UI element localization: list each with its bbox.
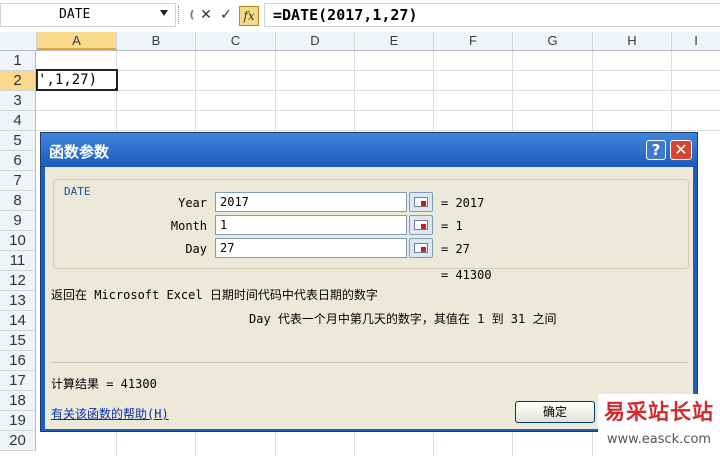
formula-input[interactable]: =DATE(2017,1,27) bbox=[264, 3, 720, 27]
range-select-button[interactable] bbox=[409, 215, 433, 235]
gridline bbox=[36, 110, 720, 111]
day-label: Day bbox=[185, 242, 207, 256]
help-button[interactable]: ? bbox=[646, 140, 666, 160]
row-header[interactable]: 11 bbox=[0, 251, 36, 271]
column-header-f[interactable]: F bbox=[434, 32, 513, 50]
row-header[interactable]: 3 bbox=[0, 91, 36, 111]
range-select-button[interactable] bbox=[409, 192, 433, 212]
enter-icon[interactable]: ✓ bbox=[217, 6, 235, 24]
chevron-down-icon[interactable] bbox=[160, 10, 168, 16]
function-arguments-dialog: 函数参数 ? ✕ DATE Year 2017 = 2017 Month 1 =… bbox=[40, 132, 698, 432]
row-header[interactable]: 14 bbox=[0, 311, 36, 331]
column-header-d[interactable]: D bbox=[276, 32, 355, 50]
range-arrow-icon bbox=[421, 247, 426, 252]
year-label: Year bbox=[178, 196, 207, 210]
range-select-button[interactable] bbox=[409, 238, 433, 258]
range-arrow-icon bbox=[421, 201, 426, 206]
column-header-c[interactable]: C bbox=[196, 32, 276, 50]
dialog-title-bar[interactable]: 函数参数 ? ✕ bbox=[41, 133, 697, 169]
formula-bar: DATE ( ✕ ✓ fx =DATE(2017,1,27) bbox=[0, 0, 720, 33]
watermark-url: www.easck.com bbox=[606, 432, 712, 447]
function-help-link[interactable]: 有关该函数的帮助(H) bbox=[51, 405, 169, 422]
month-label: Month bbox=[170, 219, 207, 233]
month-input[interactable]: 1 bbox=[215, 215, 407, 235]
gridline bbox=[36, 70, 720, 71]
column-header-e[interactable]: E bbox=[355, 32, 434, 50]
divider bbox=[51, 362, 687, 363]
column-header-b[interactable]: B bbox=[117, 32, 196, 50]
row-header[interactable]: 15 bbox=[0, 331, 36, 351]
watermark: 易采站长站 www.easck.com bbox=[598, 394, 720, 456]
range-arrow-icon bbox=[421, 224, 426, 229]
column-headers: A B C D E F G H I bbox=[0, 32, 720, 51]
row-header[interactable]: 6 bbox=[0, 151, 36, 171]
row-header[interactable]: 2 bbox=[0, 71, 36, 91]
row-header[interactable]: 8 bbox=[0, 191, 36, 211]
insert-function-button[interactable]: fx bbox=[239, 6, 259, 26]
close-button[interactable]: ✕ bbox=[670, 140, 692, 160]
gridline bbox=[36, 130, 720, 131]
row-header[interactable]: 5 bbox=[0, 131, 36, 151]
function-description: 返回在 Microsoft Excel 日期时间代码中代表日期的数字 bbox=[51, 288, 378, 302]
column-header-g[interactable]: G bbox=[513, 32, 593, 50]
cancel-icon[interactable]: ✕ bbox=[197, 6, 215, 24]
year-result: = 2017 bbox=[441, 196, 485, 210]
row-header[interactable]: 12 bbox=[0, 271, 36, 291]
row-header[interactable]: 9 bbox=[0, 211, 36, 231]
row-header[interactable]: 4 bbox=[0, 111, 36, 131]
formula-bar-buttons: ( ✕ ✓ fx bbox=[183, 6, 259, 26]
row-header[interactable]: 19 bbox=[0, 411, 36, 431]
row-header[interactable]: 10 bbox=[0, 231, 36, 251]
name-box[interactable]: DATE bbox=[0, 3, 176, 27]
dialog-title: 函数参数 bbox=[49, 143, 110, 161]
ok-button[interactable]: 确定 bbox=[515, 401, 595, 423]
row-header[interactable]: 18 bbox=[0, 391, 36, 411]
watermark-logo-text: 易采站长站 bbox=[604, 399, 714, 424]
day-input[interactable]: 27 bbox=[215, 238, 407, 258]
dialog-body: DATE Year 2017 = 2017 Month 1 = 1 Day 27… bbox=[45, 167, 693, 429]
day-result: = 27 bbox=[441, 242, 470, 256]
column-header-i[interactable]: I bbox=[672, 32, 720, 50]
row-header[interactable]: 17 bbox=[0, 371, 36, 391]
column-header-a[interactable]: A bbox=[37, 32, 117, 50]
active-cell-a2[interactable]: ',1,27) bbox=[36, 69, 118, 91]
select-all-corner[interactable] bbox=[0, 32, 37, 50]
year-input[interactable]: 2017 bbox=[215, 192, 407, 212]
row-header[interactable]: 7 bbox=[0, 171, 36, 191]
gridline bbox=[36, 90, 720, 91]
fill-handle[interactable] bbox=[115, 88, 116, 89]
row-header[interactable]: 13 bbox=[0, 291, 36, 311]
row-header[interactable]: 20 bbox=[0, 431, 36, 451]
row-header[interactable]: 16 bbox=[0, 351, 36, 371]
column-header-h[interactable]: H bbox=[593, 32, 672, 50]
calculation-result: 计算结果 = 41300 bbox=[51, 377, 157, 391]
function-result: = 41300 bbox=[441, 268, 492, 282]
row-header[interactable]: 1 bbox=[0, 51, 36, 71]
month-result: = 1 bbox=[441, 219, 463, 233]
argument-help: Day 代表一个月中第几天的数字，其值在 1 到 31 之间 bbox=[249, 312, 557, 326]
active-cell-text: ',1,27) bbox=[38, 72, 98, 88]
